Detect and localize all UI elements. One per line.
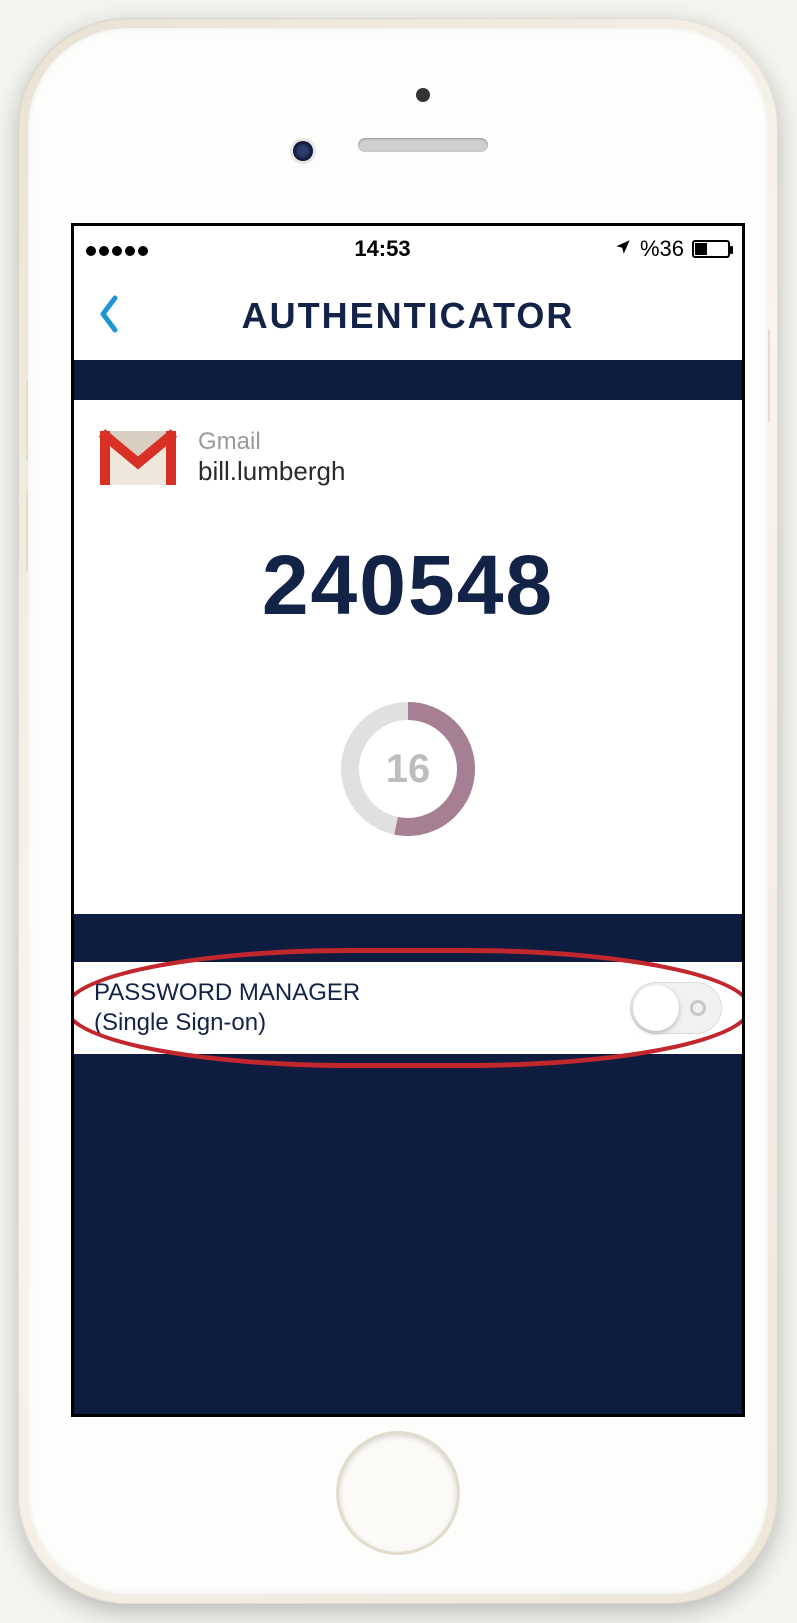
password-manager-row: PASSWORD MANAGER (Single Sign-on) xyxy=(74,962,742,1054)
separator-strip xyxy=(74,360,742,400)
status-bar: 14:53 %36 xyxy=(74,226,742,272)
back-button[interactable] xyxy=(96,294,122,339)
screen: 14:53 %36 A xyxy=(71,223,745,1417)
phone-bezel: 14:53 %36 A xyxy=(28,28,768,1594)
password-manager-toggle[interactable] xyxy=(630,982,722,1034)
account-username: bill.lumbergh xyxy=(198,456,345,487)
status-time: 14:53 xyxy=(354,236,410,262)
bottom-area xyxy=(74,1054,742,1414)
toggle-knob xyxy=(633,985,679,1031)
phone-frame: 14:53 %36 A xyxy=(18,18,778,1604)
account-row: Gmail bill.lumbergh xyxy=(98,428,718,487)
front-camera xyxy=(293,141,313,161)
proximity-sensor xyxy=(416,88,430,102)
home-button[interactable] xyxy=(339,1434,457,1552)
signal-strength-icon xyxy=(86,236,151,262)
toggle-off-indicator xyxy=(690,1000,706,1016)
battery-percent: %36 xyxy=(640,236,684,262)
earpiece-speaker xyxy=(358,138,488,152)
service-name: Gmail xyxy=(198,428,345,456)
otp-timer: 16 xyxy=(98,694,718,844)
pm-label-line1: PASSWORD MANAGER xyxy=(94,978,360,1008)
otp-seconds-remaining: 16 xyxy=(333,694,483,844)
otp-card: Gmail bill.lumbergh 240548 16 xyxy=(74,400,742,914)
location-icon xyxy=(614,236,632,262)
pm-label-line2: (Single Sign-on) xyxy=(94,1008,360,1038)
page-title: AUTHENTICATOR xyxy=(74,295,742,337)
separator-strip xyxy=(74,914,742,962)
otp-code: 240548 xyxy=(98,537,718,634)
nav-header: AUTHENTICATOR xyxy=(74,272,742,360)
battery-icon xyxy=(692,240,730,258)
gmail-icon xyxy=(98,429,178,487)
password-manager-label: PASSWORD MANAGER (Single Sign-on) xyxy=(94,978,360,1038)
